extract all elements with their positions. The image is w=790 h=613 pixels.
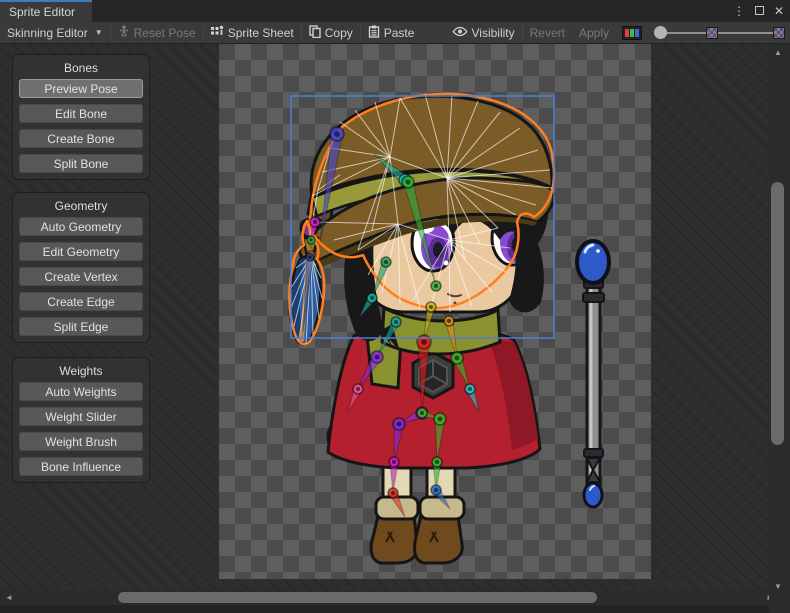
bottom-strip	[0, 605, 790, 613]
horizontal-scrollbar[interactable]: ◄ ►	[0, 590, 790, 605]
character-sprite-art	[0, 0, 790, 613]
staff-sprite	[577, 241, 609, 507]
scroll-up-arrow[interactable]: ▲	[774, 48, 782, 57]
horizontal-scroll-thumb[interactable]	[118, 592, 597, 603]
scrollbar-corner	[769, 590, 790, 613]
vertical-scrollbar[interactable]: ▲ ▼	[769, 44, 786, 596]
vertical-scroll-thumb[interactable]	[771, 182, 784, 445]
scroll-left-arrow[interactable]: ◄	[5, 593, 13, 602]
sprite-editor-window: Sprite Editor ⋮ ✕ Skinning Editor ▼ Rese…	[0, 0, 790, 613]
